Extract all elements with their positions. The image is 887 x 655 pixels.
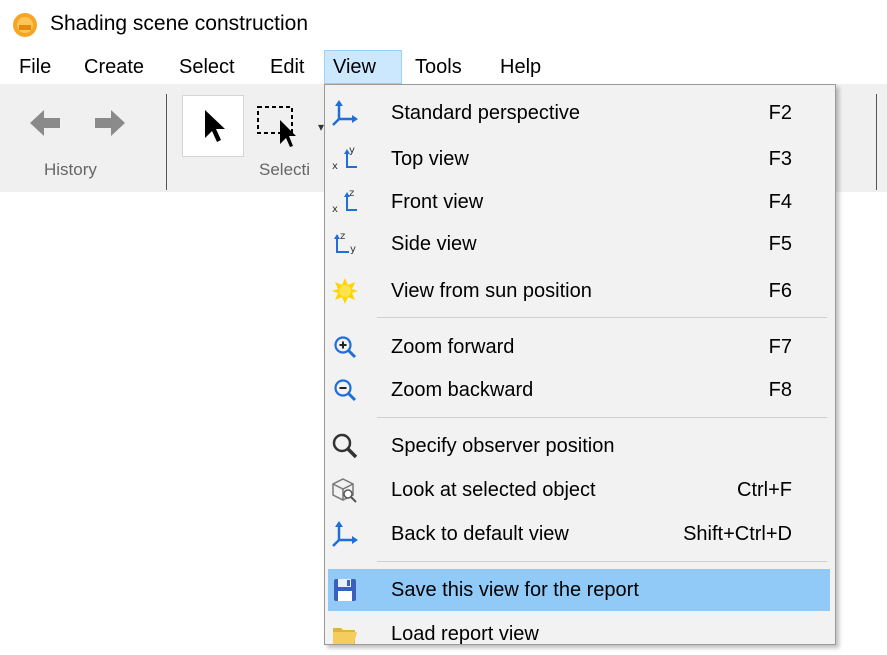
menu-item-label: Zoom forward (391, 336, 515, 358)
menu-view[interactable]: View (324, 50, 402, 84)
forward-arrow-icon[interactable] (93, 106, 127, 140)
menu-separator (377, 561, 827, 562)
svg-text:x: x (332, 161, 338, 172)
menu-separator (377, 417, 827, 418)
menu-item-shortcut: F7 (768, 336, 792, 358)
menu-item-label: Standard perspective (391, 102, 581, 124)
menu-bar: File Create Select Edit View Tools Help (0, 50, 887, 84)
folder-icon (331, 620, 359, 648)
menu-item-label: Side view (391, 233, 477, 255)
menu-item-label: Save this view for the report (391, 579, 639, 601)
menu-item-zoom-forward[interactable]: Zoom forward F7 (328, 326, 830, 368)
rectangle-select-icon[interactable] (256, 104, 302, 150)
menu-item-label: View from sun position (391, 280, 592, 302)
selection-group-label: Selecti (259, 160, 311, 179)
menu-select[interactable]: Select (171, 50, 243, 84)
menu-create[interactable]: Create (76, 50, 152, 84)
perspective-axes-icon (331, 99, 359, 127)
menu-item-label: Back to default view (391, 523, 569, 545)
app-logo-icon (13, 13, 37, 37)
menu-item-front-view[interactable]: xz Front view F4 (328, 181, 830, 223)
menu-separator (377, 317, 827, 318)
history-group-label: History (44, 160, 97, 179)
svg-text:z: z (349, 188, 354, 199)
menu-item-shortcut: Ctrl+F (737, 479, 792, 501)
title-bar: Shading scene construction (0, 0, 887, 46)
menu-item-look-at-selected[interactable]: Look at selected object Ctrl+F (328, 469, 830, 511)
menu-item-zoom-backward[interactable]: Zoom backward F8 (328, 369, 830, 411)
menu-item-shortcut: F4 (768, 191, 792, 213)
back-arrow-icon[interactable] (28, 106, 62, 140)
default-view-axes-icon (331, 520, 359, 548)
menu-item-save-view-for-report[interactable]: Save this view for the report (328, 569, 830, 611)
menu-edit[interactable]: Edit (262, 50, 312, 84)
pointer-icon (205, 110, 225, 142)
menu-item-shortcut: Shift+Ctrl+D (683, 523, 792, 545)
menu-item-back-to-default-view[interactable]: Back to default view Shift+Ctrl+D (328, 513, 830, 555)
menu-item-label: Top view (391, 148, 469, 170)
menu-item-label: Look at selected object (391, 479, 596, 501)
menu-item-label: Specify observer position (391, 435, 615, 457)
menu-item-view-from-sun[interactable]: View from sun position F6 (328, 270, 830, 312)
svg-text:z: z (340, 231, 345, 242)
pointer-select-button[interactable] (182, 95, 244, 157)
menu-tools[interactable]: Tools (407, 50, 470, 84)
menu-item-label: Front view (391, 191, 484, 213)
save-disk-icon (331, 576, 359, 604)
menu-item-shortcut: F5 (768, 233, 792, 255)
menu-item-label: Zoom backward (391, 379, 534, 401)
menu-item-specify-observer[interactable]: Specify observer position (328, 425, 830, 467)
magnifier-icon (331, 432, 359, 460)
look-at-object-icon (331, 476, 359, 504)
window-title: Shading scene construction (50, 12, 308, 35)
svg-text:y: y (349, 145, 355, 156)
top-view-axes-icon: xy (331, 145, 359, 173)
toolbar-right-divider (870, 94, 877, 190)
menu-file[interactable]: File (11, 50, 59, 84)
menu-item-label: Load report view (391, 623, 539, 645)
side-view-axes-icon: zy (331, 230, 359, 258)
menu-item-load-report-view[interactable]: Load report view (328, 613, 830, 655)
menu-item-top-view[interactable]: xy Top view F3 (328, 138, 830, 180)
zoom-out-icon (331, 376, 359, 404)
menu-item-side-view[interactable]: zy Side view F5 (328, 223, 830, 265)
menu-item-shortcut: F3 (768, 148, 792, 170)
sun-icon (331, 277, 359, 305)
menu-item-standard-perspective[interactable]: Standard perspective F2 (328, 92, 830, 134)
toolbar-group-divider (166, 94, 173, 190)
menu-item-shortcut: F8 (768, 379, 792, 401)
front-view-axes-icon: xz (331, 188, 359, 216)
svg-text:x: x (332, 204, 338, 215)
menu-item-shortcut: F6 (768, 280, 792, 302)
menu-item-shortcut: F2 (768, 102, 792, 124)
view-menu-dropdown: Standard perspective F2 xy Top view F3 x… (324, 84, 836, 645)
zoom-in-icon (331, 333, 359, 361)
menu-help[interactable]: Help (492, 50, 549, 84)
svg-text:y: y (350, 244, 356, 255)
